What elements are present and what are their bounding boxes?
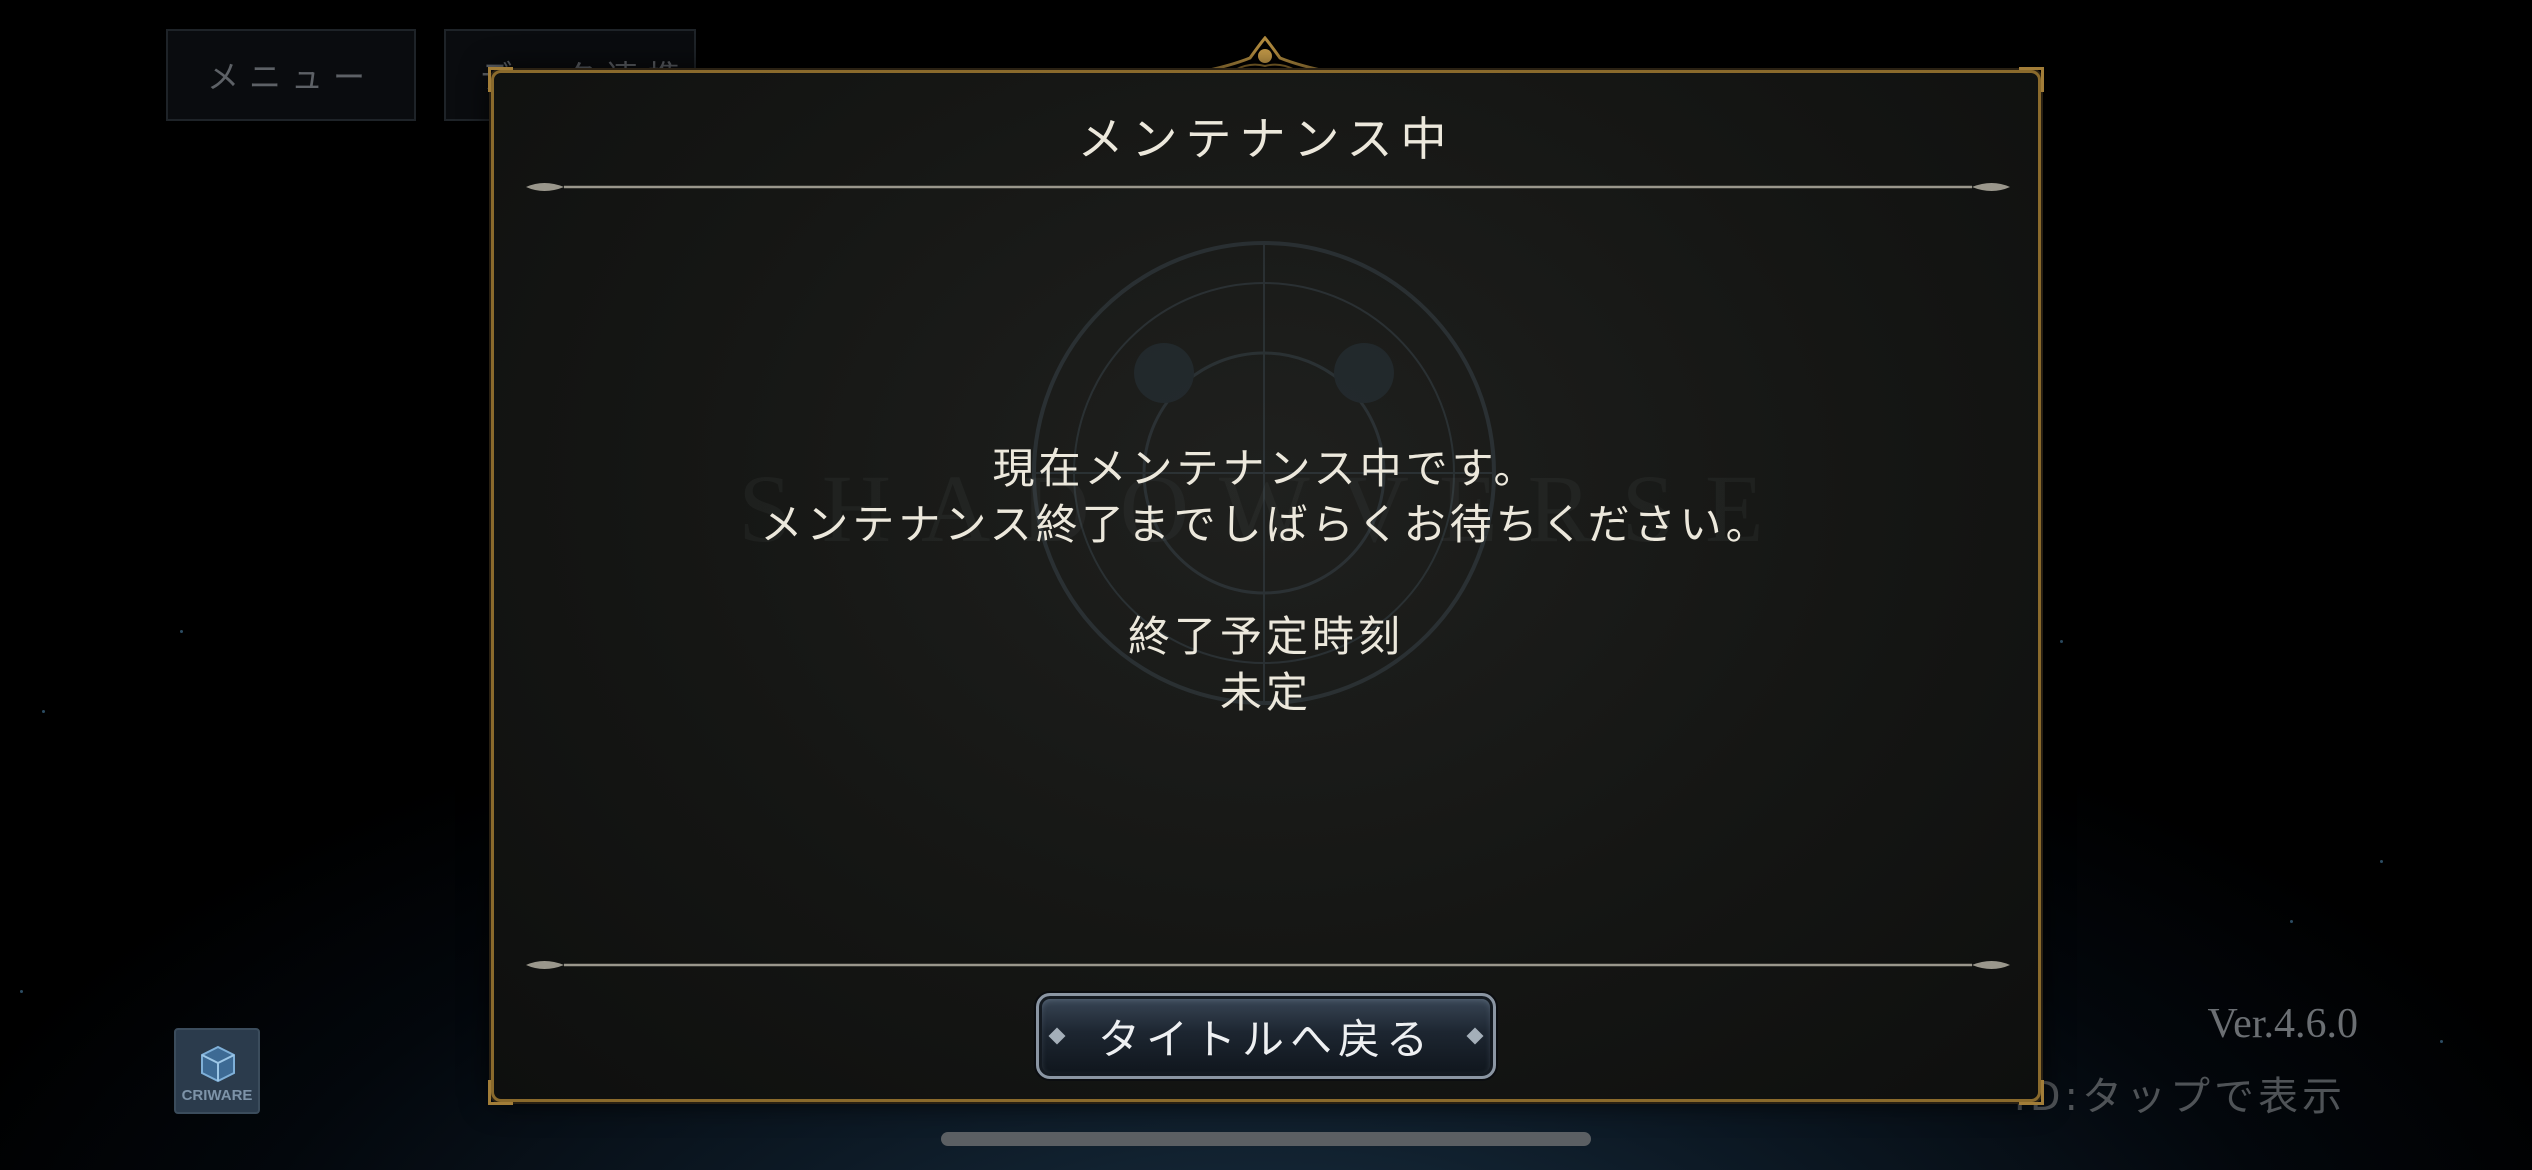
criware-logo: CRIWARE [174, 1028, 260, 1114]
end-time-value: 未定 [1219, 668, 1312, 717]
home-indicator[interactable] [941, 1132, 1591, 1146]
star [2290, 920, 2293, 923]
id-display-hint[interactable]: ID:タップで表示 [2014, 1064, 2346, 1122]
maintenance-dialog: SHADOWVERSE メンテナンス中 現在メンテナンス中です。 メンテナンス終… [488, 67, 2044, 1105]
star [180, 630, 183, 633]
frame-corner [488, 1080, 513, 1105]
menu-button[interactable]: メニュー [166, 29, 416, 121]
star [42, 710, 45, 713]
cube-icon [201, 1045, 235, 1083]
divider-ornament [526, 183, 2010, 191]
criware-label: CRIWARE [181, 1087, 253, 1104]
back-to-title-label: タイトルへ戻る [1097, 1014, 1434, 1064]
frame-corner [488, 67, 513, 92]
star [20, 990, 23, 993]
gem-ornament [1466, 1027, 1484, 1045]
maintenance-message-line1: 現在メンテナンス中です。 [992, 444, 1540, 493]
version-text: Ver.4.6.0 [2207, 1001, 2359, 1047]
end-time-label: 終了予定時刻 [1127, 612, 1404, 661]
star [2440, 1040, 2443, 1043]
frame-corner [2019, 67, 2044, 92]
star [2380, 860, 2383, 863]
frame-corner [2019, 1080, 2044, 1105]
maintenance-message-line2: メンテナンス終了までしばらくお待ちください。 [760, 500, 1772, 549]
back-to-title-button[interactable]: タイトルへ戻る [1036, 993, 1496, 1079]
dialog-title: メンテナンス中 [1077, 112, 1455, 166]
gem-ornament [1048, 1027, 1066, 1045]
divider-ornament [526, 961, 2010, 969]
star [2060, 640, 2063, 643]
